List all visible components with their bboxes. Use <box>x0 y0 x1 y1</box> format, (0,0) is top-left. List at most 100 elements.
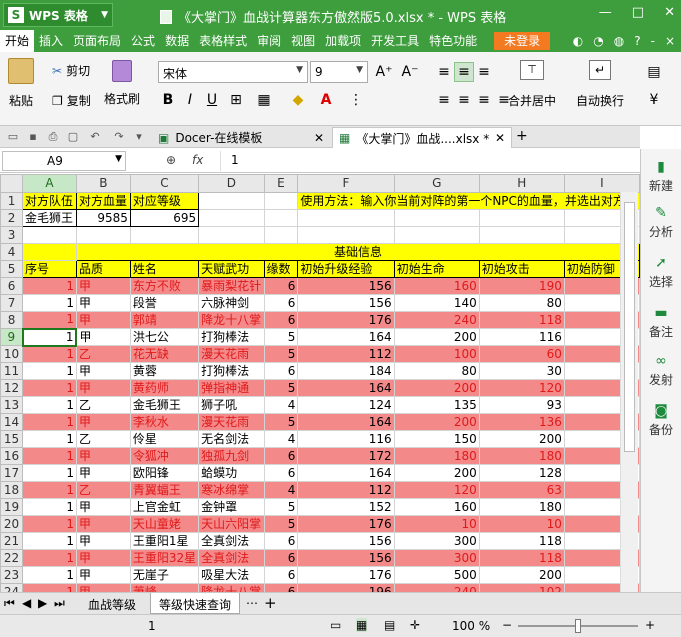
cell-hp[interactable]: 160 <box>393 277 480 295</box>
header-cell[interactable]: 初始攻击 <box>478 260 565 278</box>
menu-insert[interactable]: 插入 <box>34 30 68 52</box>
cell[interactable] <box>263 226 299 244</box>
format-painter-button[interactable]: 格式刷 <box>104 60 140 107</box>
menu-developer[interactable]: 开发工具 <box>366 30 424 52</box>
cell-quality[interactable]: 甲 <box>75 583 131 592</box>
print-icon[interactable]: ⎙ <box>46 130 60 144</box>
cell-skill[interactable]: 全真剑法 <box>198 532 265 550</box>
cell-exp[interactable]: 196 <box>297 583 395 592</box>
cell-yuan[interactable]: 5 <box>263 515 299 533</box>
cell-seq[interactable]: 1 <box>22 515 77 533</box>
next-sheet-icon[interactable]: ▶ <box>38 596 47 610</box>
row-header[interactable]: 24 <box>0 583 24 592</box>
cell-hp[interactable]: 120 <box>393 481 480 499</box>
cell-skill[interactable]: 打狗棒法 <box>198 362 265 380</box>
cell-hp[interactable]: 300 <box>393 549 480 567</box>
redo-icon[interactable]: ↷ <box>112 130 126 144</box>
cell-atk[interactable]: 190 <box>478 277 565 295</box>
cell-hp[interactable]: 200 <box>393 328 480 346</box>
menu-view[interactable]: 视图 <box>286 30 320 52</box>
cell-yuan[interactable]: 6 <box>263 311 299 329</box>
menu-features[interactable]: 特色功能 <box>424 30 482 52</box>
sidebar-analyze[interactable]: ✎ 分析 <box>641 205 681 240</box>
cell[interactable] <box>22 226 77 244</box>
row-header[interactable]: 22 <box>0 549 24 567</box>
cell-name[interactable]: 无崖子 <box>129 566 200 584</box>
cell-atk[interactable]: 80 <box>478 294 565 312</box>
cell-quality[interactable]: 甲 <box>75 549 131 567</box>
cell-yuan[interactable]: 5 <box>263 413 299 431</box>
cell-name[interactable]: 令狐冲 <box>129 447 200 465</box>
column-header-a[interactable]: A <box>22 174 77 193</box>
border-icon[interactable]: ⊞ <box>226 90 246 110</box>
row-header[interactable]: 9 <box>0 328 24 346</box>
column-header-e[interactable]: E <box>263 174 299 193</box>
cell-yuan[interactable]: 4 <box>263 481 299 499</box>
cell[interactable] <box>198 209 265 227</box>
maximize-button[interactable]: □ <box>632 5 644 20</box>
row-header[interactable]: 4 <box>0 243 24 261</box>
sidebar-send[interactable]: ∞ 发射 <box>641 353 681 388</box>
cell[interactable] <box>393 226 480 244</box>
cell-atk[interactable]: 63 <box>478 481 565 499</box>
align-right-icon[interactable]: ≡ <box>474 90 494 110</box>
cell-skill[interactable]: 暴雨梨花针 <box>198 277 265 295</box>
cell-seq[interactable]: 1 <box>22 294 77 312</box>
cell-seq[interactable]: 1 <box>22 447 77 465</box>
cell-skill[interactable]: 漫天花雨 <box>198 413 265 431</box>
merge-center-button[interactable]: ⊤ 合并居中 <box>508 60 556 109</box>
wrap-text-button[interactable]: ↵ 自动换行 <box>576 60 624 109</box>
cell[interactable] <box>198 192 265 210</box>
cell-skill[interactable]: 无名剑法 <box>198 430 265 448</box>
new-tab-button[interactable]: + <box>516 128 528 144</box>
align-left-icon[interactable]: ≡ <box>434 90 454 110</box>
ribbon-minimize-icon[interactable]: - <box>651 34 655 48</box>
cell-name[interactable]: 李秋水 <box>129 413 200 431</box>
paste-button[interactable]: 粘贴 <box>8 58 34 109</box>
cell-quality[interactable]: 甲 <box>75 277 131 295</box>
cell-quality[interactable]: 甲 <box>75 447 131 465</box>
row-header[interactable]: 13 <box>0 396 24 414</box>
cell[interactable]: 对方队伍 <box>22 192 77 210</box>
cell-hp[interactable]: 180 <box>393 447 480 465</box>
cell-quality[interactable]: 甲 <box>75 362 131 380</box>
tab-docer[interactable]: ▣ Docer-在线模板 ✕ <box>152 127 330 148</box>
row-header[interactable]: 21 <box>0 532 24 550</box>
cell[interactable] <box>263 209 299 227</box>
page-break-view-icon[interactable]: ▦ <box>356 618 368 632</box>
row-header[interactable]: 10 <box>0 345 24 363</box>
font-color-icon[interactable]: A <box>316 90 336 110</box>
cell-hp[interactable]: 10 <box>393 515 480 533</box>
cell-seq[interactable]: 1 <box>22 566 77 584</box>
select-all-corner[interactable] <box>0 174 24 193</box>
cell-atk[interactable]: 118 <box>478 311 565 329</box>
cell-yuan[interactable]: 6 <box>263 294 299 312</box>
cell-name[interactable]: 郭靖 <box>129 311 200 329</box>
cell-atk[interactable]: 118 <box>478 549 565 567</box>
cell-name[interactable]: 花无缺 <box>129 345 200 363</box>
cell-exp[interactable]: 172 <box>297 447 395 465</box>
zoom-search-icon[interactable]: ⊕ <box>166 153 176 167</box>
cell[interactable] <box>263 192 299 210</box>
cell-hp[interactable]: 200 <box>393 379 480 397</box>
cell-name[interactable]: 金毛狮王 <box>129 396 200 414</box>
cell-atk[interactable]: 180 <box>478 498 565 516</box>
cell[interactable]: 9585 <box>75 209 131 227</box>
fill-color-icon[interactable]: ◆ <box>288 90 308 110</box>
cell-seq[interactable]: 1 <box>22 549 77 567</box>
cell-quality[interactable]: 乙 <box>75 430 131 448</box>
cell-exp[interactable]: 156 <box>297 549 395 567</box>
cell-skill[interactable]: 漫天花雨 <box>198 345 265 363</box>
row-header[interactable]: 1 <box>0 192 24 210</box>
cell-exp[interactable]: 112 <box>297 345 395 363</box>
cell-skill[interactable]: 金钟罩 <box>198 498 265 516</box>
tab-file[interactable]: ▦ 《大掌门》血战....xlsx * ✕ <box>332 127 512 148</box>
last-sheet-icon[interactable]: ⏭ <box>54 596 65 611</box>
header-cell[interactable]: 天赋武功 <box>198 260 265 278</box>
cell-atk[interactable]: 60 <box>478 345 565 363</box>
menu-formula[interactable]: 公式 <box>126 30 160 52</box>
sync-icon[interactable]: ◔ <box>593 34 603 48</box>
column-header-d[interactable]: D <box>198 174 265 193</box>
more-sheets-icon[interactable]: ⋯ <box>246 596 258 610</box>
cell-seq[interactable]: 1 <box>22 481 77 499</box>
